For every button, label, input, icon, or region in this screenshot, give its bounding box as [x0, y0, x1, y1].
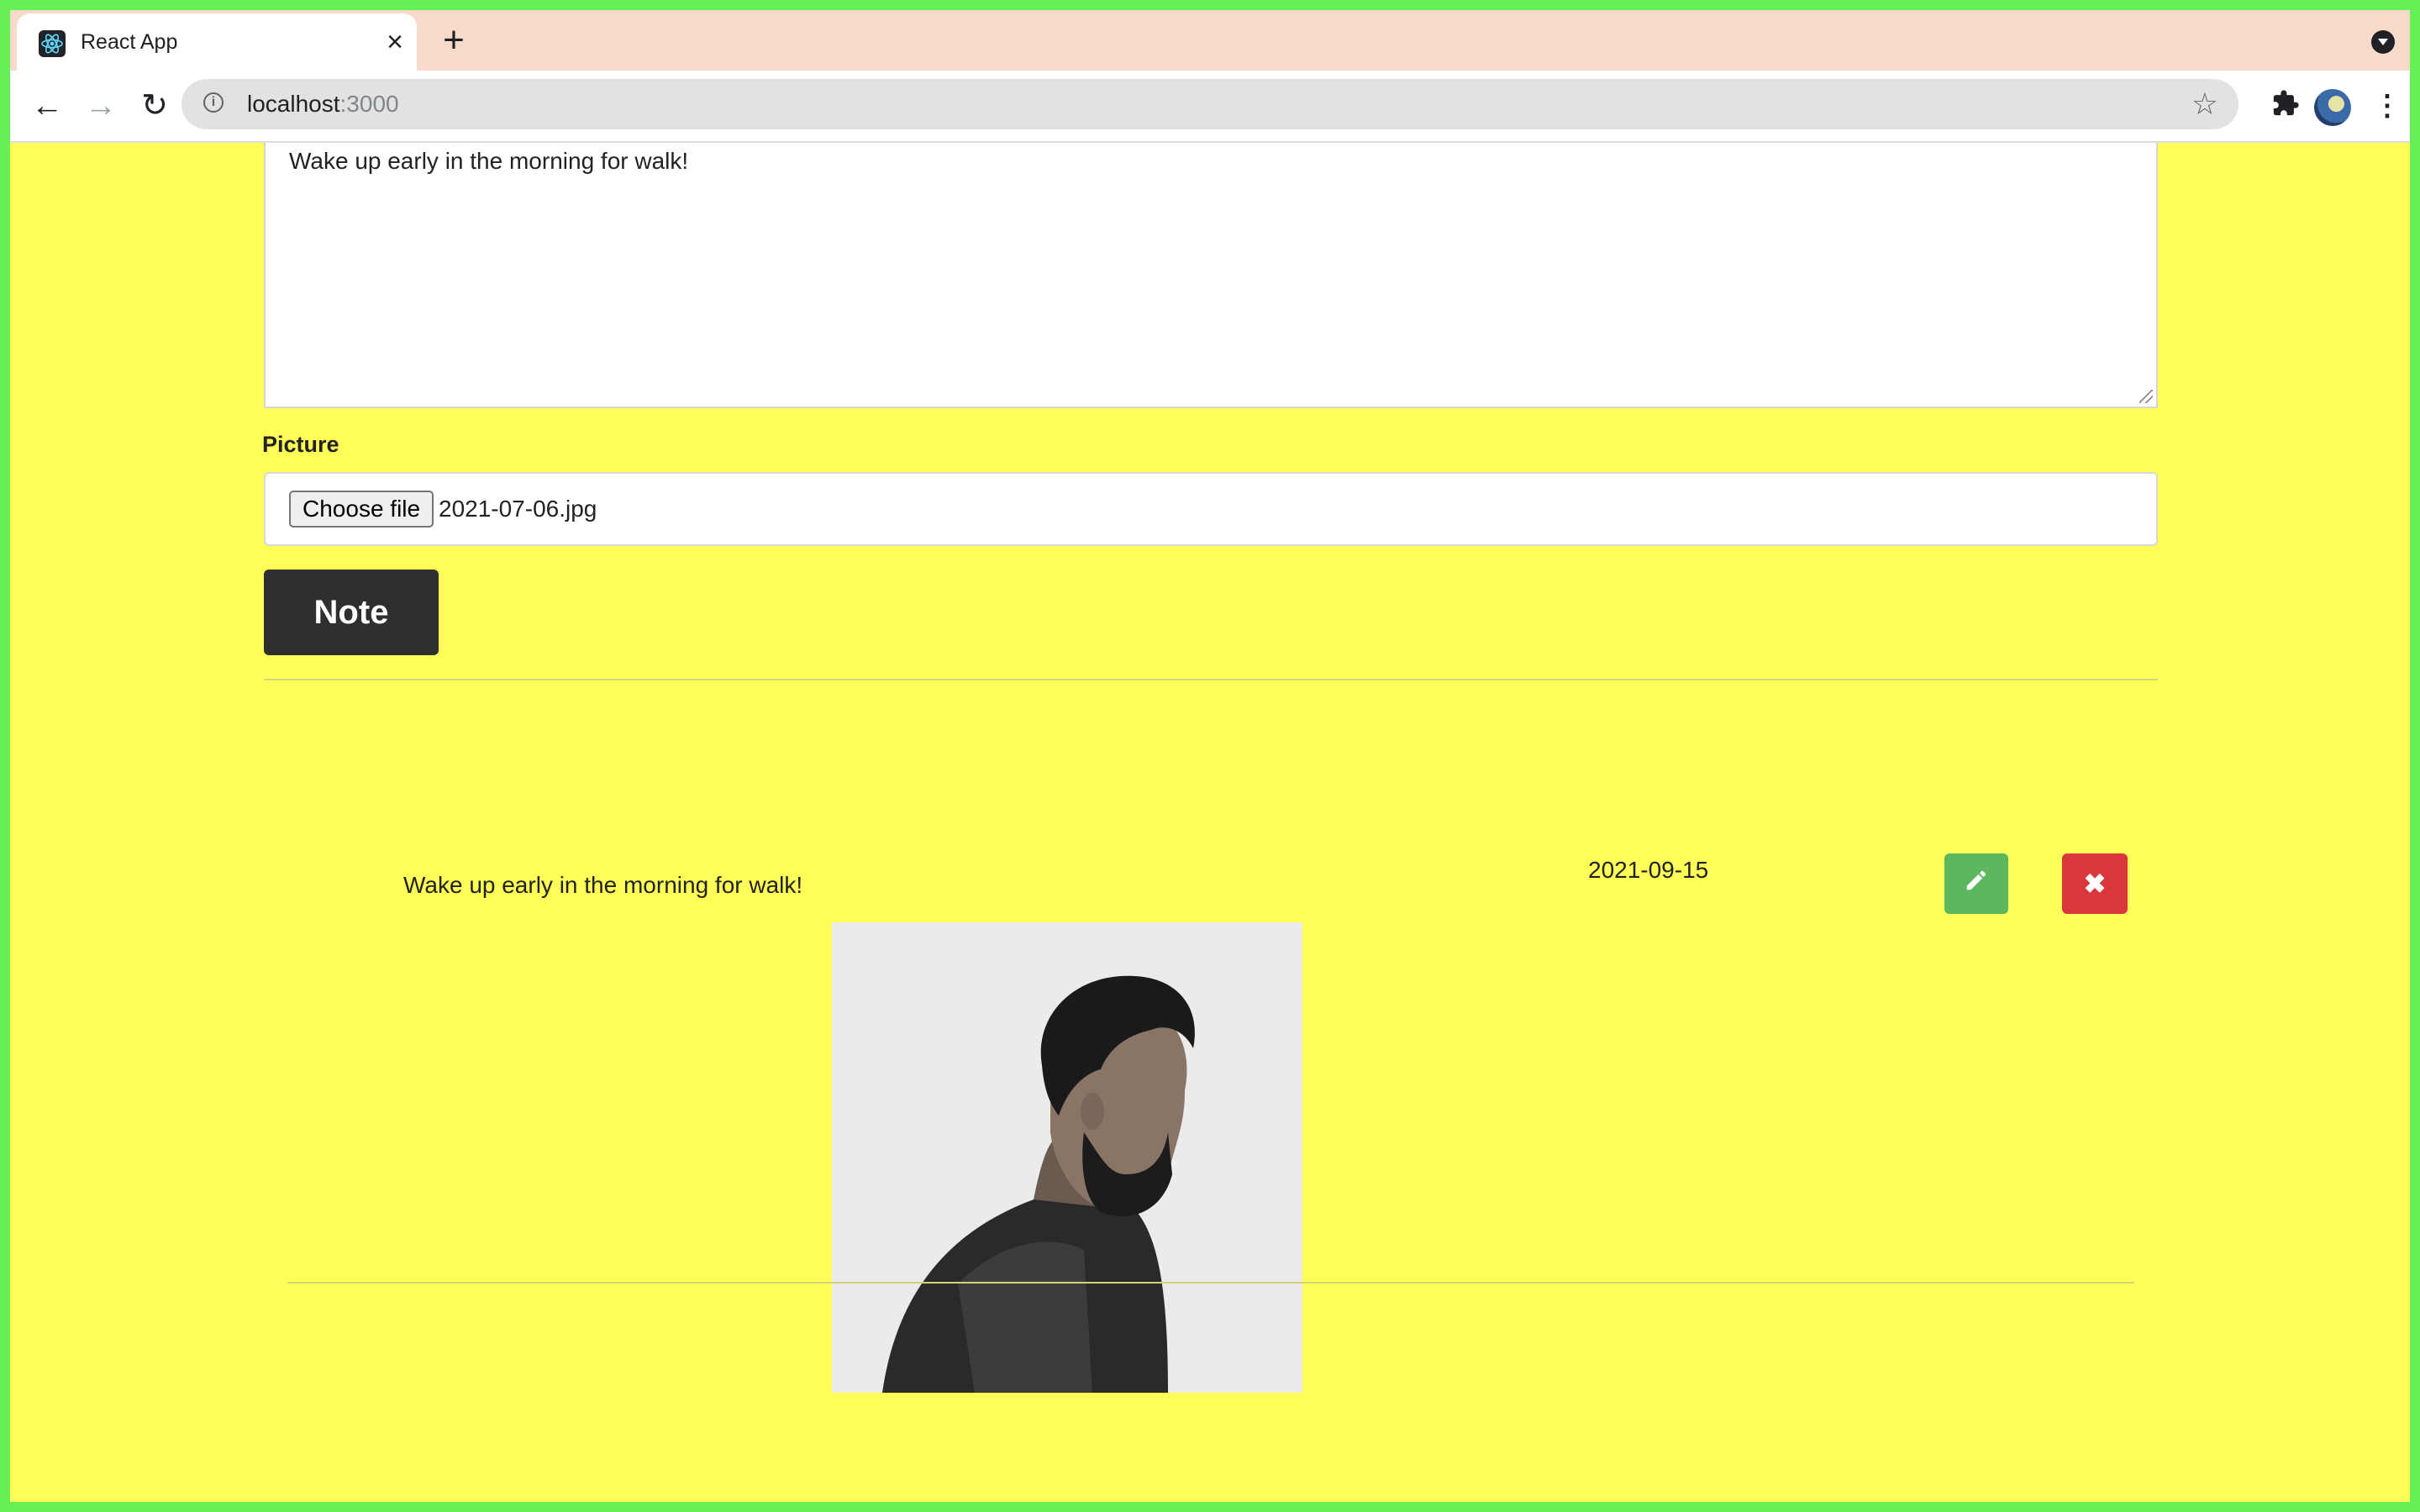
choose-file-button[interactable]: Choose file	[289, 491, 434, 528]
back-arrow-icon[interactable]: ←	[27, 86, 67, 126]
picture-label: Picture	[262, 432, 339, 457]
note-textarea[interactable]: Wake up early in the morning for walk!	[264, 143, 2158, 408]
reload-icon[interactable]: ↻	[134, 86, 175, 126]
note-submit-button[interactable]: Note	[264, 570, 439, 655]
note-list-item: Wake up early in the morning for walk! 2…	[10, 689, 2410, 1411]
pencil-icon	[1964, 869, 1989, 899]
profile-avatar[interactable]	[2314, 89, 2351, 126]
react-logo-icon	[39, 30, 66, 57]
textarea-value: Wake up early in the morning for walk!	[289, 148, 689, 174]
tab-title: React App	[81, 30, 178, 54]
tab-close-icon[interactable]: ×	[381, 28, 408, 56]
kebab-menu-icon[interactable]: ⋮	[2373, 89, 2402, 123]
resize-grip-icon[interactable]	[2139, 390, 2153, 403]
browser-toolbar: ← → ↻ i localhost:3000 ☆ ⋮	[10, 71, 2410, 143]
tab-strip: React App × +	[10, 10, 2410, 71]
tab-react-app[interactable]: React App ×	[17, 13, 417, 71]
note-picture	[832, 922, 1302, 1393]
site-info-icon[interactable]: i	[203, 92, 224, 113]
url-port: :3000	[339, 91, 399, 117]
edit-button[interactable]	[1944, 853, 2008, 914]
browser-window: React App × + ← → ↻ i localhost:3000 ☆ ⋮…	[10, 10, 2410, 1502]
selected-file-name: 2021-07-06.jpg	[439, 496, 597, 522]
note-text: Wake up early in the morning for walk!	[403, 872, 803, 898]
file-input[interactable]: Choose file 2021-07-06.jpg	[264, 472, 2158, 546]
extensions-puzzle-icon[interactable]	[2269, 89, 2302, 123]
forward-arrow-icon[interactable]: →	[81, 86, 121, 126]
url-text: localhost:3000	[247, 91, 399, 118]
divider	[287, 1282, 2134, 1284]
url-host: localhost	[247, 91, 340, 117]
divider	[264, 679, 2158, 680]
bookmark-star-icon[interactable]: ☆	[2191, 87, 2218, 121]
close-icon: ✖	[2083, 869, 2107, 899]
tab-search-icon[interactable]	[2371, 30, 2395, 54]
delete-button[interactable]: ✖	[2062, 853, 2128, 914]
page-content: Wake up early in the morning for walk! P…	[10, 143, 2410, 1502]
address-bar[interactable]: i localhost:3000 ☆	[182, 79, 2238, 129]
note-date: 2021-09-15	[1588, 857, 1709, 883]
new-tab-button[interactable]: +	[437, 22, 471, 59]
